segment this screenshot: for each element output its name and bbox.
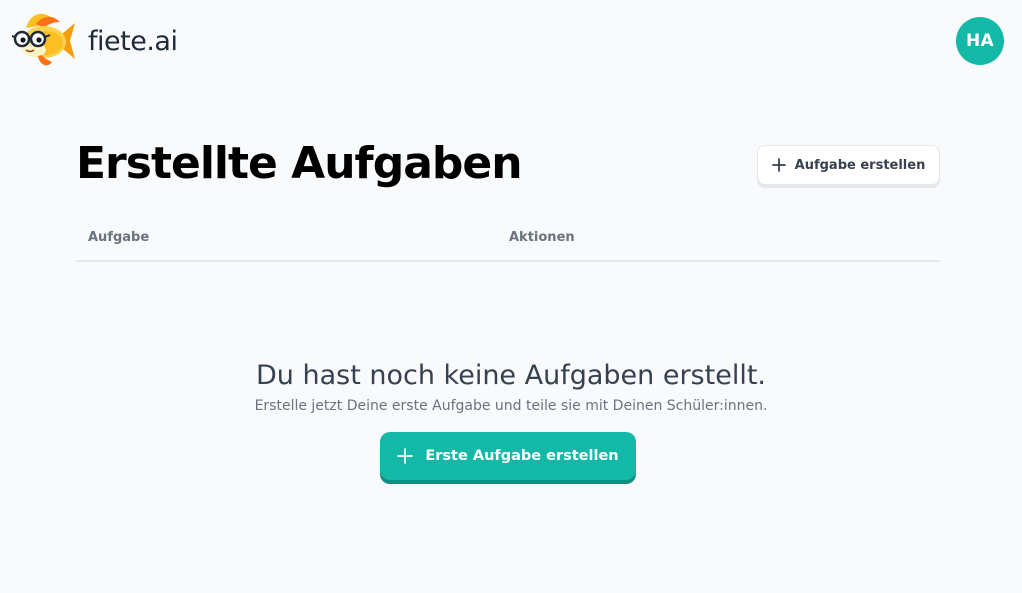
tasks-table-header: Aufgabe Aktionen [76,222,940,262]
create-task-button[interactable]: Aufgabe erstellen [757,145,940,185]
create-first-task-button[interactable]: Erste Aufgabe erstellen [380,432,636,480]
create-first-task-button-label: Erste Aufgabe erstellen [425,448,619,464]
column-header-actions: Aktionen [509,230,575,245]
fish-logo-icon [11,13,75,66]
fiete-fish-logo[interactable] [11,12,76,70]
empty-state-title: Du hast noch keine Aufgaben erstellt. [255,360,766,391]
page-title: Erstellte Aufgaben [76,138,523,189]
plus-icon [397,448,414,464]
user-avatar[interactable]: HA [956,17,1004,65]
app-header: fiete.ai HA [0,0,1022,84]
brand-name[interactable]: fiete.ai [88,24,178,60]
create-task-button-label: Aufgabe erstellen [794,157,926,173]
empty-state-text: Erstelle jetzt Deine erste Aufgabe und t… [254,398,768,414]
plus-icon [771,158,786,172]
column-header-task: Aufgabe [88,230,150,245]
